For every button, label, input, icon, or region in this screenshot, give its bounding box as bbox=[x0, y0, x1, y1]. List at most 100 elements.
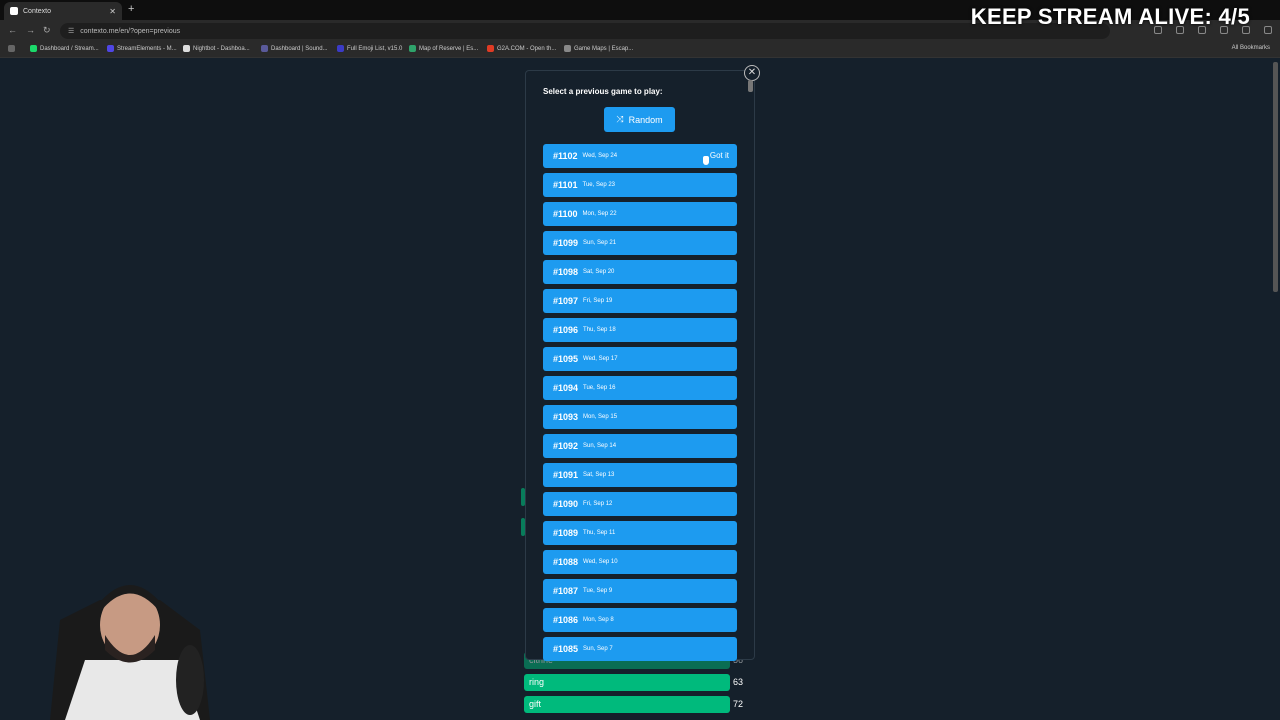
guess-word: ring bbox=[529, 677, 545, 687]
game-number: #1095 bbox=[553, 354, 579, 364]
got-it-label: Got it bbox=[709, 151, 729, 160]
mouse-cursor-icon bbox=[703, 156, 709, 165]
game-number: #1087 bbox=[553, 586, 579, 596]
game-number: #1094 bbox=[553, 383, 579, 393]
site-info-icon[interactable]: ☰ bbox=[68, 27, 74, 35]
game-date: Sun, Sep 21 bbox=[583, 240, 617, 246]
game-number: #1102 bbox=[553, 151, 578, 161]
bookmark-favicon-icon bbox=[409, 45, 416, 52]
game-row-button[interactable]: #1085 Sun, Sep 7 bbox=[543, 637, 737, 661]
tab-title: Contexto bbox=[23, 7, 52, 15]
random-button[interactable]: ⤨ Random bbox=[604, 107, 675, 132]
guess-row: gift bbox=[524, 696, 730, 713]
guess-row: ring bbox=[524, 674, 730, 691]
game-date: Sat, Sep 13 bbox=[583, 472, 615, 478]
menu-icon[interactable] bbox=[1264, 26, 1272, 34]
game-date: Wed, Sep 10 bbox=[583, 559, 618, 565]
game-row-button[interactable]: #1094 Tue, Sep 16 bbox=[543, 376, 737, 400]
game-row-button[interactable]: #1087 Tue, Sep 9 bbox=[543, 579, 737, 603]
game-number: #1098 bbox=[553, 267, 579, 277]
contexto-favicon-icon bbox=[10, 7, 18, 15]
game-number: #1086 bbox=[553, 615, 579, 625]
bookmark-favicon-icon bbox=[183, 45, 190, 52]
game-date: Thu, Sep 18 bbox=[583, 327, 616, 333]
modal-scrollbar[interactable] bbox=[748, 80, 753, 92]
bookmark-favicon-icon bbox=[107, 45, 114, 52]
game-date: Mon, Sep 8 bbox=[583, 617, 614, 623]
game-number: #1101 bbox=[553, 180, 578, 190]
game-number: #1091 bbox=[553, 470, 579, 480]
game-row-button[interactable]: #1101 Tue, Sep 23 bbox=[543, 173, 737, 197]
game-row-button[interactable]: #1098 Sat, Sep 20 bbox=[543, 260, 737, 284]
game-date: Mon, Sep 22 bbox=[582, 211, 617, 217]
game-date: Mon, Sep 15 bbox=[583, 414, 618, 420]
tab-close-icon[interactable]: ✕ bbox=[109, 7, 116, 16]
game-number: #1089 bbox=[553, 528, 579, 538]
webcam-person-image bbox=[40, 540, 225, 720]
game-row-button[interactable]: #1088 Wed, Sep 10 bbox=[543, 550, 737, 574]
bookmark-item[interactable]: Game Maps | Escap... bbox=[564, 45, 633, 52]
game-date: Sun, Sep 7 bbox=[583, 646, 613, 652]
game-number: #1093 bbox=[553, 412, 579, 422]
url-text: contexto.me/en/?open=previous bbox=[80, 27, 181, 35]
bookmark-item[interactable]: Nightbot - Dashboa... bbox=[183, 45, 250, 52]
apps-icon[interactable] bbox=[8, 45, 18, 52]
bookmark-item[interactable]: G2A.COM - Open th... bbox=[487, 45, 556, 52]
page-scrollbar[interactable] bbox=[1273, 62, 1278, 292]
bookmark-favicon-icon bbox=[30, 45, 37, 52]
game-number: #1096 bbox=[553, 325, 579, 335]
game-row-button[interactable]: #1091 Sat, Sep 13 bbox=[543, 463, 737, 487]
shuffle-icon: ⤨ bbox=[616, 114, 624, 124]
game-date: Wed, Sep 17 bbox=[583, 356, 618, 362]
bookmark-favicon-icon bbox=[564, 45, 571, 52]
reload-icon[interactable]: ↻ bbox=[43, 25, 51, 36]
game-number: #1090 bbox=[553, 499, 579, 509]
stream-overlay-text: KEEP STREAM ALIVE: 4/5 bbox=[970, 4, 1250, 29]
game-row-button[interactable]: #1089 Thu, Sep 11 bbox=[543, 521, 737, 545]
bookmark-item[interactable]: Full Emoji List, v15.0 bbox=[337, 45, 402, 52]
game-number: #1092 bbox=[553, 441, 579, 451]
game-date: Fri, Sep 12 bbox=[583, 501, 613, 507]
game-row-button[interactable]: #1095 Wed, Sep 17 bbox=[543, 347, 737, 371]
bookmarks-bar: Dashboard / Stream... StreamElements - M… bbox=[0, 42, 1280, 58]
game-date: Fri, Sep 19 bbox=[583, 298, 613, 304]
game-date: Tue, Sep 23 bbox=[582, 182, 615, 188]
guess-word: gift bbox=[529, 699, 542, 709]
game-number: #1088 bbox=[553, 557, 579, 567]
forward-icon[interactable]: → bbox=[26, 25, 35, 35]
game-row-button[interactable]: #1099 Sun, Sep 21 bbox=[543, 231, 737, 255]
game-row-button[interactable]: #1093 Mon, Sep 15 bbox=[543, 405, 737, 429]
back-icon[interactable]: ← bbox=[8, 25, 17, 35]
all-bookmarks[interactable]: All Bookmarks bbox=[1232, 45, 1270, 51]
game-row-button[interactable]: #1092 Sun, Sep 14 bbox=[543, 434, 737, 458]
bookmark-favicon-icon bbox=[261, 45, 268, 52]
close-icon[interactable]: ✕ bbox=[744, 65, 760, 81]
bookmark-item[interactable]: StreamElements - M... bbox=[107, 45, 177, 52]
bookmark-favicon-icon bbox=[487, 45, 494, 52]
bookmark-item[interactable]: Dashboard / Stream... bbox=[30, 45, 99, 52]
game-date: Sun, Sep 14 bbox=[583, 443, 617, 449]
game-row-button[interactable]: #1086 Mon, Sep 8 bbox=[543, 608, 737, 632]
browser-tab[interactable]: Contexto ✕ bbox=[4, 2, 122, 20]
game-number: #1097 bbox=[553, 296, 579, 306]
url-bar[interactable]: ☰ contexto.me/en/?open=previous bbox=[60, 23, 1110, 39]
modal-title: Select a previous game to play: bbox=[543, 87, 663, 96]
bookmark-item[interactable]: Map of Reserve | Es... bbox=[409, 45, 478, 52]
game-row-button[interactable]: #1100 Mon, Sep 22 bbox=[543, 202, 737, 226]
random-label: Random bbox=[628, 114, 663, 125]
game-date: Sat, Sep 20 bbox=[583, 269, 615, 275]
game-number: #1100 bbox=[553, 209, 578, 219]
bookmark-favicon-icon bbox=[337, 45, 344, 52]
game-date: Thu, Sep 11 bbox=[583, 530, 616, 536]
bookmark-item[interactable]: Dashboard | Sound... bbox=[261, 45, 328, 52]
new-tab-icon[interactable]: + bbox=[128, 3, 134, 15]
guess-rank: 63 bbox=[733, 677, 744, 687]
game-date: Wed, Sep 24 bbox=[582, 153, 618, 159]
game-row-button[interactable]: #1096 Thu, Sep 18 bbox=[543, 318, 737, 342]
game-number: #1099 bbox=[553, 238, 579, 248]
game-date: Tue, Sep 16 bbox=[583, 385, 616, 391]
game-row-button[interactable]: #1090 Fri, Sep 12 bbox=[543, 492, 737, 516]
game-date: Tue, Sep 9 bbox=[583, 588, 613, 594]
guess-rank: 72 bbox=[733, 699, 744, 709]
game-row-button[interactable]: #1097 Fri, Sep 19 bbox=[543, 289, 737, 313]
